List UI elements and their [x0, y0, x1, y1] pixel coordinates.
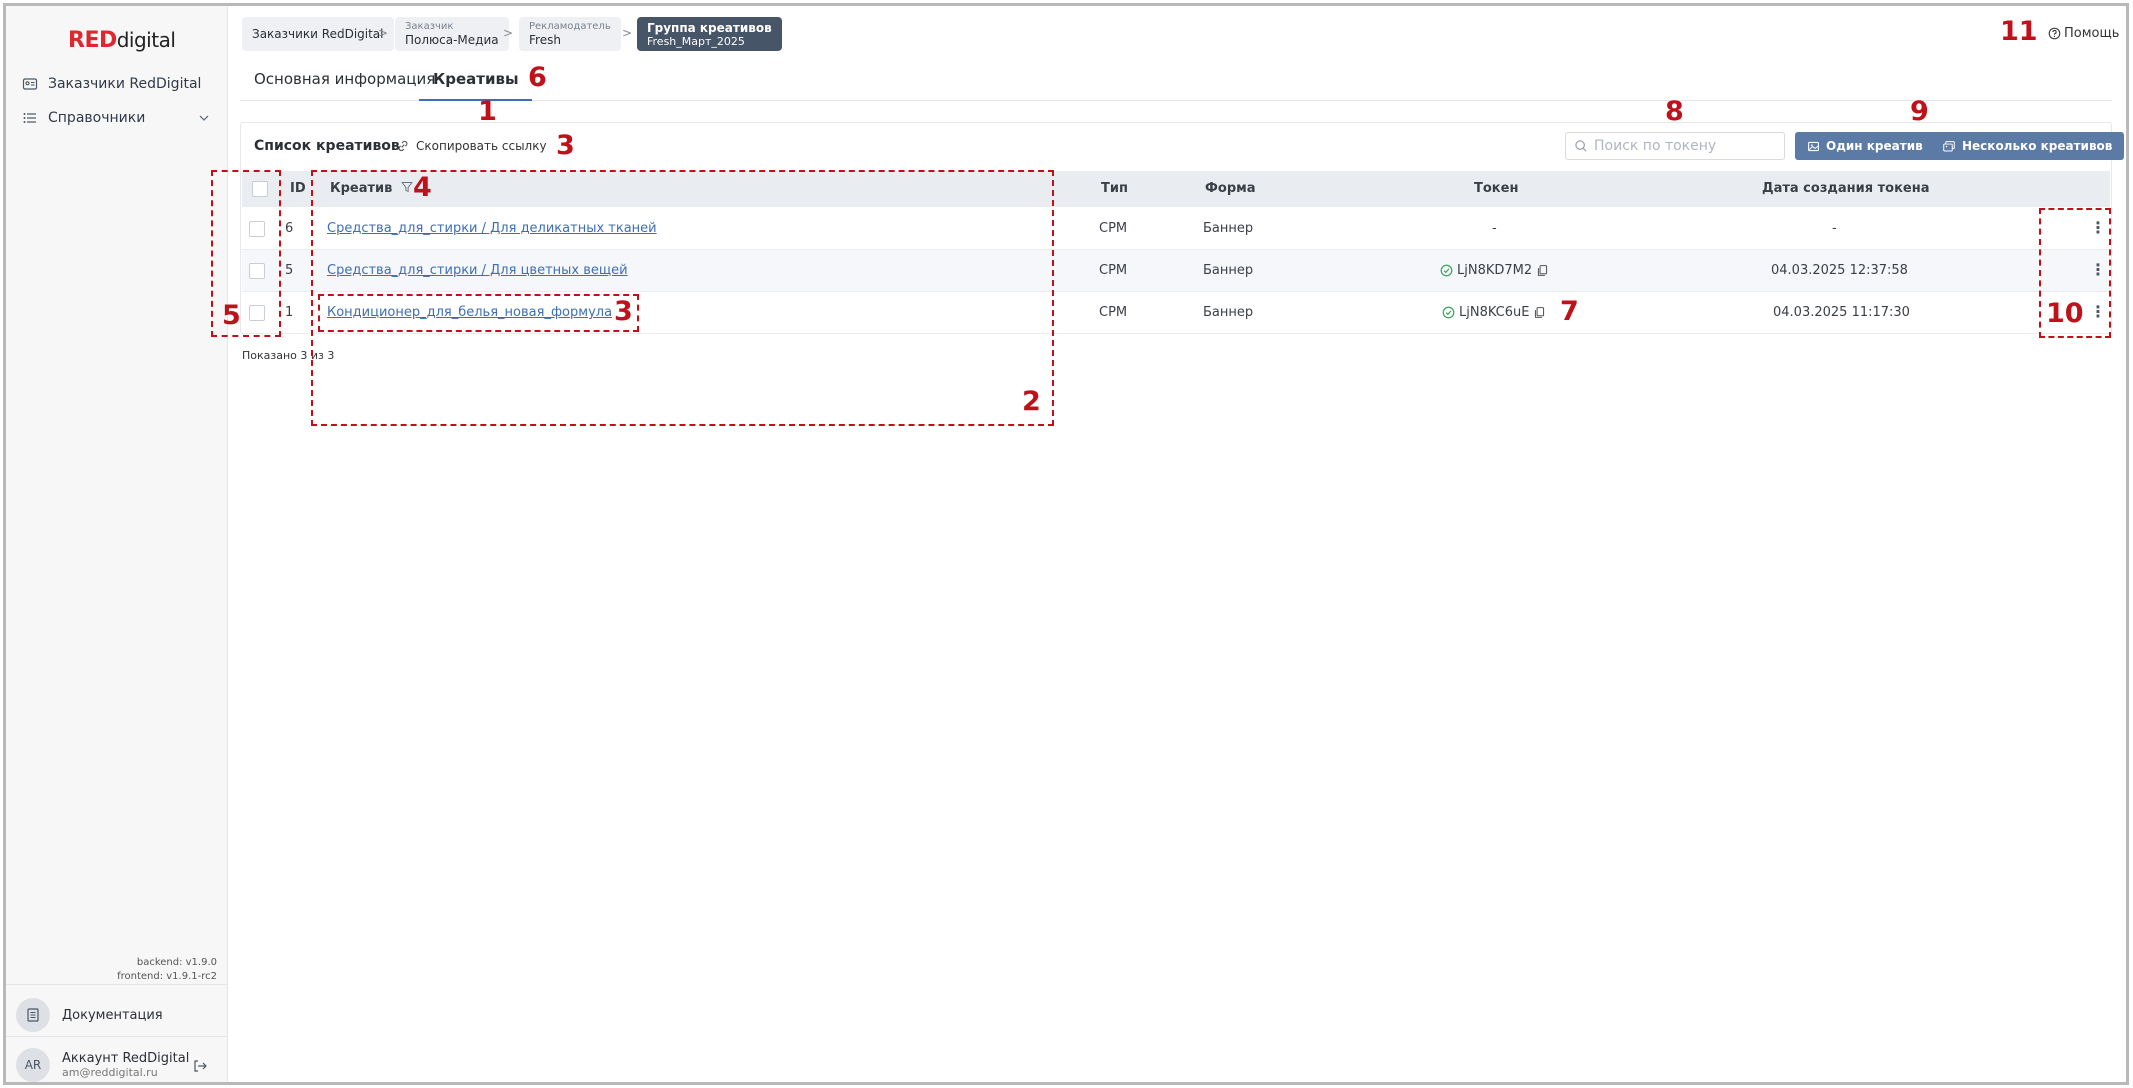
annotation-box-creative-link: [318, 294, 639, 332]
help-link[interactable]: Помощь: [2048, 26, 2119, 41]
account-email: am@reddigital.ru: [62, 1066, 158, 1079]
annotation-label: 1: [478, 96, 497, 127]
avatar: AR: [16, 1048, 50, 1082]
sidebar-item-references[interactable]: Справочники: [22, 104, 218, 132]
copy-icon[interactable]: [1536, 264, 1549, 277]
documentation-link[interactable]: Документация: [16, 998, 163, 1032]
button-label: Несколько креативов: [1962, 139, 2113, 153]
sidebar-item-label: Справочники: [48, 110, 146, 126]
annotation-label: 6: [528, 62, 547, 93]
breadcrumb-customer[interactable]: Заказчик Полюса-Медиа: [395, 17, 509, 51]
account-block[interactable]: AR Аккаунт RedDigital am@reddigital.ru: [16, 1048, 189, 1082]
search-input[interactable]: [1594, 138, 1774, 154]
check-circle-icon: [1440, 264, 1453, 277]
list-title: Список креативов: [254, 138, 400, 154]
check-circle-icon: [1442, 306, 1455, 319]
account-name: Аккаунт RedDigital: [62, 1051, 190, 1066]
cell-token: LjN8KD7M2: [1440, 263, 1549, 278]
copy-icon[interactable]: [1533, 306, 1546, 319]
images-icon: [1943, 140, 1955, 151]
logout-icon[interactable]: [192, 1058, 208, 1074]
annotation-label: 11: [2000, 16, 2038, 47]
column-header-date[interactable]: Дата создания токена: [1762, 181, 1929, 196]
breadcrumb-caption: Заказчик: [405, 21, 454, 32]
add-one-creative-button[interactable]: Один креатив: [1795, 132, 1935, 160]
backend-version: backend: v1.9.0: [136, 957, 217, 968]
cell-type: CPM: [1099, 221, 1128, 236]
cell-form: Баннер: [1203, 263, 1254, 278]
chevron-right-icon: >: [378, 26, 389, 40]
question-circle-icon: [2048, 27, 2061, 40]
column-header-token[interactable]: Токен: [1474, 181, 1518, 196]
active-tab-indicator: [419, 99, 532, 101]
breadcrumb-label: Полюса-Медиа: [405, 33, 499, 47]
cell-id: 6: [285, 221, 294, 236]
documentation-label: Документация: [62, 1007, 163, 1023]
id-card-icon: [22, 78, 38, 90]
token-value: LjN8KD7M2: [1457, 263, 1533, 278]
breadcrumb-creative-group: Группа креативов Fresh_Март_2025: [637, 17, 782, 51]
cell-token: LjN8KC6uE: [1442, 305, 1546, 320]
cell-date: 04.03.2025 12:37:58: [1771, 263, 1908, 278]
breadcrumb-label: Fresh: [529, 33, 561, 47]
divider: [6, 1036, 228, 1037]
annotation-label: 5: [222, 300, 241, 331]
annotation-label: 3: [556, 130, 575, 161]
search-icon: [1575, 140, 1587, 152]
annotation-label: 7: [1560, 296, 1579, 327]
annotation-label: 9: [1910, 96, 1929, 127]
breadcrumb-advertiser[interactable]: Рекламодатель Fresh: [519, 17, 621, 51]
add-many-creatives-button[interactable]: Несколько креативов: [1930, 132, 2125, 160]
breadcrumb-label: Группа креативов: [647, 20, 772, 35]
tab-label: Креативы: [433, 70, 519, 88]
cell-date: -: [1832, 221, 1837, 236]
divider: [6, 984, 228, 985]
copy-link-button[interactable]: Скопировать ссылку: [396, 139, 547, 153]
column-header-id[interactable]: ID: [290, 181, 306, 196]
frontend-version: frontend: v1.9.1-rc2: [117, 971, 217, 982]
breadcrumb-caption: Рекламодатель: [529, 21, 611, 32]
chevron-right-icon: >: [503, 26, 514, 40]
document-icon: [16, 998, 50, 1032]
breadcrumb-customers[interactable]: Заказчики RedDigital: [242, 17, 394, 51]
list-icon: [23, 113, 36, 123]
annotation-label: 3: [614, 296, 633, 327]
cell-form: Баннер: [1203, 221, 1254, 236]
breadcrumb-label: Заказчики RedDigital: [252, 27, 384, 41]
annotation-label: 8: [1665, 96, 1684, 127]
annotation-label: 10: [2046, 298, 2084, 329]
annotation-label: 4: [413, 172, 432, 203]
cell-id: 1: [285, 305, 294, 320]
sidebar-item-label: Заказчики RedDigital: [48, 76, 202, 92]
copy-link-label: Скопировать ссылку: [416, 139, 547, 153]
version-info: backend: v1.9.0 frontend: v1.9.1-rc2: [117, 956, 217, 984]
cell-form: Баннер: [1203, 305, 1254, 320]
sidebar-item-customers[interactable]: Заказчики RedDigital: [22, 70, 218, 98]
cell-token: -: [1492, 221, 1497, 236]
token-search[interactable]: [1565, 132, 1785, 160]
cell-type: CPM: [1099, 263, 1128, 278]
column-header-form[interactable]: Форма: [1205, 181, 1256, 196]
tab-main-info[interactable]: Основная информация: [254, 70, 435, 88]
cell-id: 5: [285, 263, 294, 278]
token-value: LjN8KC6uE: [1459, 305, 1530, 320]
cell-date: 04.03.2025 11:17:30: [1773, 305, 1910, 320]
image-icon: [1808, 141, 1819, 151]
logo[interactable]: REDdigital: [68, 28, 176, 53]
annotation-label: 2: [1022, 386, 1041, 417]
breadcrumb-caption: Fresh_Март_2025: [647, 34, 745, 48]
link-icon: [398, 140, 408, 152]
cell-type: CPM: [1099, 305, 1128, 320]
column-header-type[interactable]: Тип: [1101, 181, 1128, 196]
help-label: Помощь: [2064, 26, 2120, 41]
button-label: Один креатив: [1826, 139, 1923, 153]
chevron-right-icon: >: [622, 26, 633, 40]
chevron-down-icon[interactable]: [196, 110, 212, 126]
sidebar: REDdigital Заказчики RedDigital Справочн…: [6, 6, 228, 1082]
